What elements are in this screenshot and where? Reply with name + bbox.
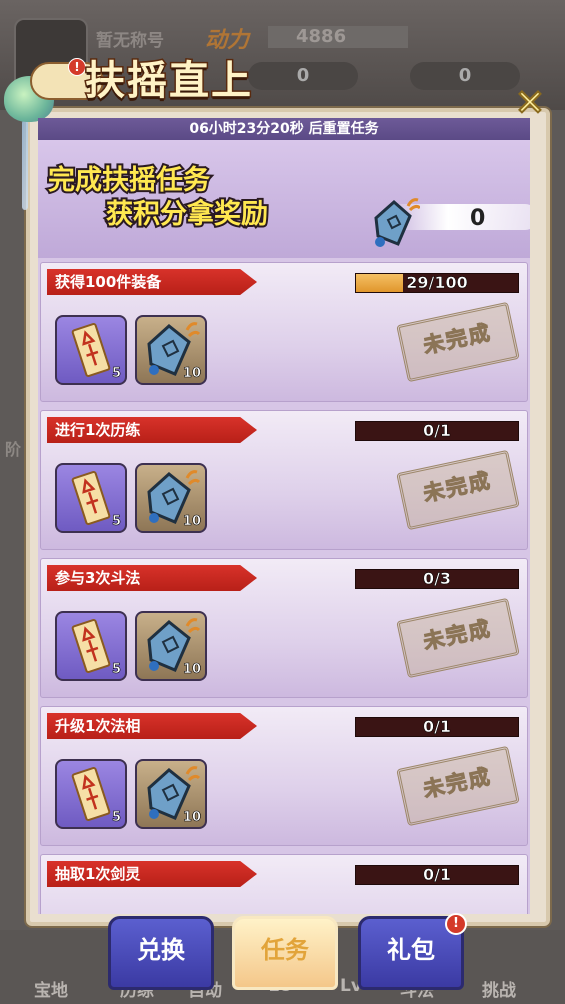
- task-title: 抽取1次剑灵: [55, 865, 141, 883]
- points-value: 0: [470, 206, 486, 231]
- gift-alert-badge: !: [445, 913, 467, 935]
- reward-quantity: 10: [182, 514, 202, 530]
- side-label: 阶: [5, 440, 22, 459]
- reward-item[interactable]: 5: [55, 759, 127, 829]
- task-progress-bar: 0/1: [355, 865, 519, 885]
- task-card: 进行1次历练 0/1 5 10 未完成: [40, 410, 528, 550]
- incomplete-stamp: 未完成: [396, 597, 520, 679]
- lantern-tassel: [22, 120, 28, 210]
- resource-counter-1: 0: [248, 62, 358, 90]
- task-progress-text: 29/100: [406, 273, 468, 292]
- incomplete-stamp: 未完成: [396, 449, 520, 531]
- tab-tasks[interactable]: 任务: [232, 916, 338, 990]
- task-progress-text: 0/1: [422, 421, 452, 440]
- incomplete-stamp: 未完成: [396, 745, 520, 827]
- kite-points-icon: [374, 198, 420, 247]
- task-progress-bar: 29/100: [355, 273, 519, 293]
- tab-gift-pack[interactable]: 礼包 !: [358, 913, 467, 990]
- reward-item[interactable]: 5: [55, 463, 127, 533]
- task-title: 参与3次斗法: [55, 569, 141, 587]
- reward-item[interactable]: 10: [135, 759, 207, 829]
- reward-item[interactable]: 5: [55, 611, 127, 681]
- hero-banner: 完成扶摇任务 获积分拿奖励 0: [38, 140, 530, 258]
- tab-tasks-label: 任务: [261, 936, 309, 964]
- tab-gift-pack-label: 礼包: [387, 936, 435, 964]
- task-card: 抽取1次剑灵 0/1: [40, 854, 528, 914]
- close-icon[interactable]: ✕: [512, 85, 548, 123]
- hero-subheadline: 获积分拿奖励: [104, 197, 270, 232]
- reward-quantity: 10: [182, 662, 202, 678]
- task-title: 升级1次法相: [55, 717, 141, 735]
- task-card: 获得100件装备 29/100 5 10 未完成: [40, 262, 528, 402]
- power-value: 4886: [268, 26, 408, 48]
- reward-quantity: 10: [182, 366, 202, 382]
- reward-quantity: 5: [111, 514, 122, 530]
- task-card: 升级1次法相 0/1 5 10 未完成: [40, 706, 528, 846]
- task-card: 参与3次斗法 0/3 5 10 未完成: [40, 558, 528, 698]
- resource-counter-2: 0: [410, 62, 520, 90]
- tab-exchange-label: 兑换: [137, 936, 185, 964]
- task-progress-bar: 0/1: [355, 421, 519, 441]
- reward-item[interactable]: 5: [55, 315, 127, 385]
- task-list[interactable]: 获得100件装备 29/100 5 10 未完成 进行1次历练 0/1 5 10 未完成 参与3次斗…: [38, 258, 530, 914]
- task-progress-text: 0/1: [422, 865, 452, 884]
- nav-tiaozhan[interactable]: 挑战: [482, 976, 516, 1001]
- task-title: 进行1次历练: [55, 421, 141, 439]
- nav-baodi[interactable]: 宝地: [34, 976, 68, 1001]
- reward-item[interactable]: 10: [135, 611, 207, 681]
- event-title: 扶摇直上: [84, 57, 253, 106]
- reset-timer: 06小时23分20秒 后重置任务: [38, 118, 530, 140]
- task-progress-bar: 0/3: [355, 569, 519, 589]
- title-alert-badge: !: [68, 58, 86, 76]
- task-title: 获得100件装备: [55, 273, 162, 291]
- task-progress-text: 0/3: [422, 569, 452, 588]
- reward-quantity: 5: [111, 810, 122, 826]
- tab-exchange[interactable]: 兑换: [108, 916, 214, 990]
- incomplete-stamp: 未完成: [396, 301, 520, 383]
- reward-quantity: 5: [111, 366, 122, 382]
- task-progress-bar: 0/1: [355, 717, 519, 737]
- reward-item[interactable]: 10: [135, 463, 207, 533]
- reward-item[interactable]: 10: [135, 315, 207, 385]
- task-progress-text: 0/1: [422, 717, 452, 736]
- reward-quantity: 10: [182, 810, 202, 826]
- reward-quantity: 5: [111, 662, 122, 678]
